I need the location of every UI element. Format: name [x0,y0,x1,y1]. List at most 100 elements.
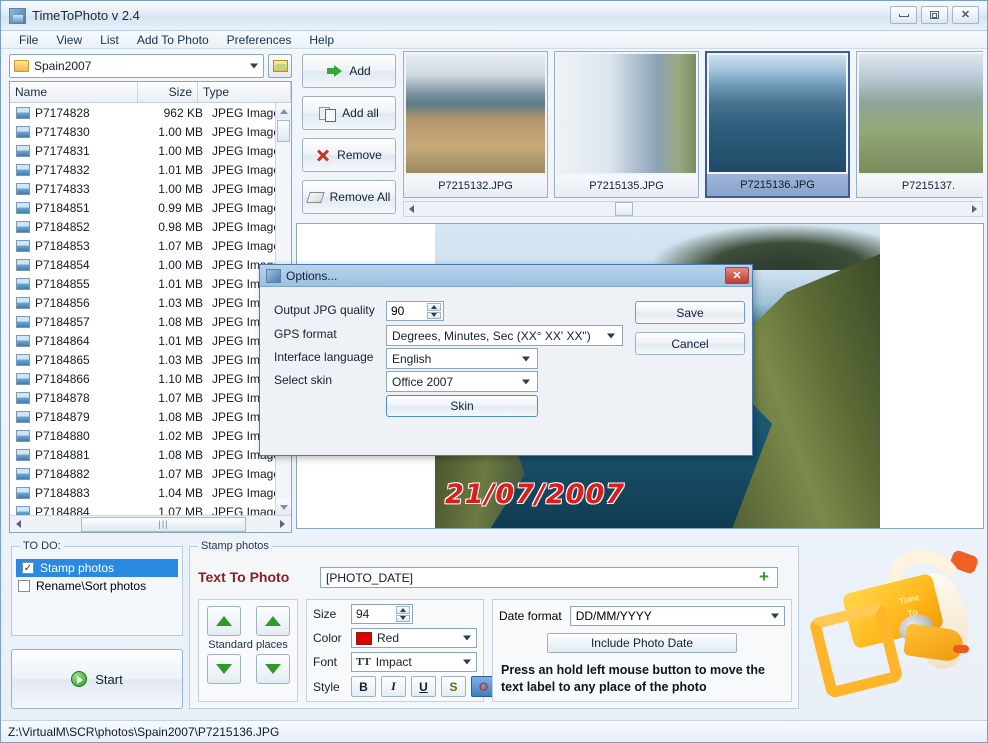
jpg-quality-input[interactable]: 90 [386,301,444,321]
select-skin-select[interactable]: Office 2007 [386,371,538,392]
bold-button[interactable]: B [351,676,376,697]
menu-item-list[interactable]: List [92,32,127,48]
thumb-scroll-thumb[interactable] [615,201,633,216]
table-row[interactable]: P7184879 1.08 MB JPEG Image [10,407,291,426]
column-header-size[interactable]: Size [138,82,198,102]
thumb-scroll-track[interactable] [419,201,967,217]
table-row[interactable]: P7174832 1.01 MB JPEG Image [10,160,291,179]
quantity-stepper[interactable] [427,303,441,319]
outline-icon: O [478,679,489,694]
dialog-close-button[interactable]: ✕ [725,267,749,284]
scroll-up-icon[interactable] [276,103,291,119]
italic-button[interactable]: I [381,676,406,697]
table-row[interactable]: P7174830 1.00 MB JPEG Image [10,122,291,141]
table-row[interactable]: P7184864 1.01 MB JPEG Image [10,331,291,350]
options-dialog[interactable]: Options... ✕ Output JPG quality 90 GPS f… [259,264,753,456]
menu-item-preferences[interactable]: Preferences [219,32,300,48]
thumbnail-strip[interactable]: P7215132.JPG P7215135.JPG P7215136.JPG P… [403,51,983,216]
text-to-photo-input[interactable]: [PHOTO_DATE] + [320,567,778,588]
maximize-button[interactable] [921,6,948,24]
table-row[interactable]: P7184853 1.07 MB JPEG Image [10,236,291,255]
table-row[interactable]: P7184884 1.07 MB JPEG Image [10,502,291,515]
place-bottom-left-button[interactable] [206,654,241,684]
close-button[interactable]: ✕ [952,6,979,24]
table-row[interactable]: P7174828 962 KB JPEG Image [10,103,291,122]
shadow-button[interactable]: S [441,676,466,697]
skin-button[interactable]: Skin [386,395,538,417]
stepper-up-icon[interactable] [427,303,441,311]
place-top-left-button[interactable] [206,606,241,636]
table-row[interactable]: P7184851 0.99 MB JPEG Image [10,198,291,217]
font-size-input[interactable]: 94 [351,604,413,624]
table-row[interactable]: P7184882 1.07 MB JPEG Image [10,464,291,483]
hscroll-thumb[interactable]: ||| [81,516,246,532]
place-top-right-button[interactable] [255,606,290,636]
table-row[interactable]: P7184855 1.01 MB JPEG Image [10,274,291,293]
date-format-select[interactable]: DD/MM/YYYY [569,606,785,626]
add-all-button[interactable]: Add all [302,96,396,130]
start-button[interactable]: Start [11,649,183,709]
thumbnail-item[interactable]: P7215135.JPG [554,51,699,198]
menu-item-file[interactable]: File [11,32,46,48]
scroll-right-icon[interactable] [275,517,290,532]
table-row[interactable]: P7184857 1.08 MB JPEG Image [10,312,291,331]
image-file-icon [16,315,30,328]
table-row[interactable]: P7174831 1.00 MB JPEG Image [10,141,291,160]
remove-button[interactable]: Remove [302,138,396,172]
add-button[interactable]: Add [302,54,396,88]
jpg-quality-value: 90 [391,304,405,318]
font-color-select[interactable]: Red [351,628,477,648]
menu-item-help[interactable]: Help [301,32,342,48]
browse-folder-button[interactable] [268,54,292,78]
table-row[interactable]: P7184854 1.00 MB JPEG Image [10,255,291,274]
stepper-down-icon[interactable] [396,614,410,622]
folder-combobox[interactable]: Spain2007 [9,54,264,78]
menu-item-add-to-photo[interactable]: Add To Photo [129,32,217,48]
table-row[interactable]: P7184856 1.03 MB JPEG Image [10,293,291,312]
place-bottom-right-button[interactable] [255,654,290,684]
scroll-thumb[interactable] [277,120,290,142]
minimize-button[interactable] [890,6,917,24]
scroll-left-icon[interactable] [11,517,26,532]
checkbox-checked-icon[interactable]: ✓ [22,562,34,574]
table-row[interactable]: P7184865 1.03 MB JPEG Image [10,350,291,369]
thumbnail-scrollbar[interactable] [403,201,983,217]
plus-icon[interactable]: + [759,568,773,585]
scroll-left-icon[interactable] [404,202,419,217]
scroll-down-icon[interactable] [276,499,291,515]
checkbox-unchecked-icon[interactable] [18,580,30,592]
todo-item-stamp-photos[interactable]: ✓ Stamp photos [16,559,178,577]
stepper-down-icon[interactable] [427,311,441,319]
table-row[interactable]: P7174833 1.00 MB JPEG Image [10,179,291,198]
menu-item-view[interactable]: View [48,32,90,48]
image-file-icon [16,277,30,290]
save-button[interactable]: Save [635,301,745,324]
hscroll-track[interactable]: ||| [26,516,275,532]
thumbnail-item[interactable]: P7215137. [856,51,983,198]
todo-item-rename-sort-photos[interactable]: Rename\Sort photos [12,577,182,595]
file-list[interactable]: Name Size Type P7174828 962 KB JPEG Image P… [9,81,292,533]
table-row[interactable]: P7184866 1.10 MB JPEG Image [10,369,291,388]
file-list-horizontal-scrollbar[interactable]: ||| [10,515,291,532]
thumbnail-item[interactable]: P7215132.JPG [403,51,548,198]
table-row[interactable]: P7184852 0.98 MB JPEG Image [10,217,291,236]
column-header-type[interactable]: Type [198,82,291,102]
date-stamp-overlay[interactable]: 21/07/2007 [445,479,625,510]
table-row[interactable]: P7184883 1.04 MB JPEG Image [10,483,291,502]
stepper-up-icon[interactable] [396,606,410,614]
file-size: 1.01 MB [158,276,203,291]
cancel-button[interactable]: Cancel [635,332,745,355]
table-row[interactable]: P7184881 1.08 MB JPEG Image [10,445,291,464]
interface-language-select[interactable]: English [386,348,538,369]
table-row[interactable]: P7184880 1.02 MB JPEG Image [10,426,291,445]
column-header-name[interactable]: Name [10,82,138,102]
remove-all-button[interactable]: Remove All [302,180,396,214]
gps-format-select[interactable]: Degrees, Minutes, Sec (XX° XX' XX") [386,325,623,346]
scroll-right-icon[interactable] [967,202,982,217]
thumbnail-item-selected[interactable]: P7215136.JPG [705,51,850,198]
underline-button[interactable]: U [411,676,436,697]
table-row[interactable]: P7184878 1.07 MB JPEG Image [10,388,291,407]
include-photo-date-button[interactable]: Include Photo Date [547,633,737,653]
size-stepper[interactable] [396,606,410,622]
font-family-select[interactable]: TT Impact [351,652,477,672]
